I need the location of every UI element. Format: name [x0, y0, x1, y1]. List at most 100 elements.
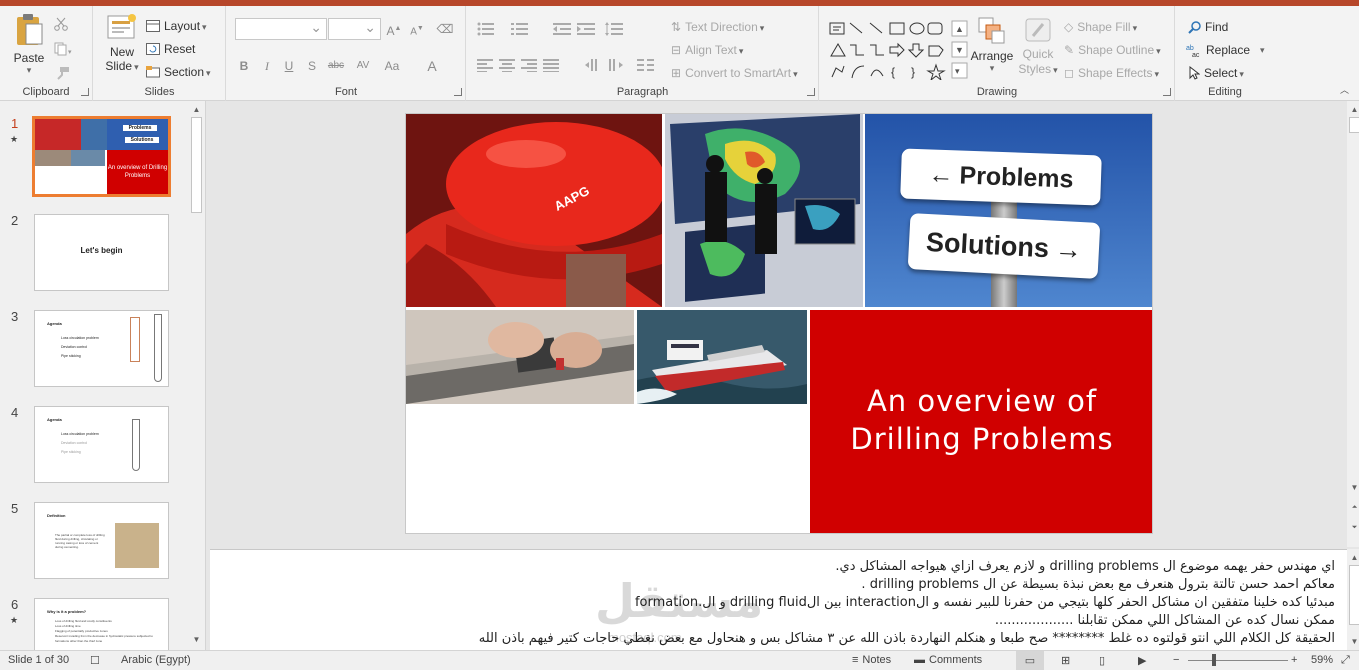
thumb-item: Deviation control — [61, 345, 88, 349]
thumbnail-slide-2[interactable]: Let's begin — [34, 214, 169, 291]
font-name-dropdown[interactable] — [235, 18, 327, 40]
thumb-sign-1: Problems — [123, 125, 157, 131]
justify-icon[interactable] — [543, 58, 559, 72]
ltr-icon[interactable] — [607, 58, 623, 72]
shape-outline-button[interactable]: ✎ Shape Outline — [1064, 43, 1161, 57]
character-spacing-button[interactable]: AV — [351, 56, 375, 76]
shadow-button[interactable]: S — [302, 56, 322, 76]
columns-icon[interactable] — [637, 58, 655, 72]
collapse-ribbon-icon[interactable]: ︿ — [1340, 83, 1349, 96]
scroll-up-icon[interactable]: ▲ — [189, 103, 204, 116]
italic-button[interactable]: I — [257, 56, 277, 76]
scrollbar-thumb[interactable] — [1349, 117, 1359, 133]
layout-label: Layout — [164, 19, 207, 33]
title-block[interactable]: An overview of Drilling Problems — [810, 310, 1152, 533]
increase-indent-icon[interactable] — [577, 22, 595, 36]
slideshow-icon[interactable]: ▶ — [1138, 654, 1146, 667]
scroll-down-icon[interactable]: ▼ — [1347, 635, 1359, 648]
decrease-indent-icon[interactable] — [553, 22, 571, 36]
shape-fill-button[interactable]: ◇ Shape Fill — [1064, 20, 1137, 34]
shape-effects-button[interactable]: ◻ Shape Effects — [1064, 66, 1159, 80]
thumbnail-slide-6[interactable]: Why is it a problem? Loss of drilling fl… — [34, 598, 169, 650]
scrollbar-thumb[interactable] — [191, 117, 202, 213]
clipboard-launcher-icon[interactable] — [81, 88, 89, 96]
line-spacing-icon[interactable] — [605, 22, 623, 36]
zoom-level[interactable]: 59% — [1311, 654, 1333, 666]
font-group: A▲ A▼ ⌫ B I U S abc AV Aa A Font — [227, 6, 466, 101]
thumb-item: Loss circulation problem — [61, 336, 99, 340]
reading-view-icon[interactable]: ▯ — [1099, 654, 1105, 667]
numbering-icon[interactable] — [511, 22, 529, 36]
layout-button[interactable]: Layout — [146, 19, 207, 33]
change-case-button[interactable]: Aa — [379, 56, 405, 76]
comments-button[interactable]: ▬ Comments — [914, 654, 982, 666]
thumbnail-slide-4[interactable]: Agenda Loss circulation problem Deviatio… — [34, 406, 169, 483]
fit-to-window-icon[interactable]: ⤢ — [1341, 654, 1350, 667]
zoom-out-icon[interactable]: − — [1173, 654, 1179, 666]
font-color-button[interactable]: A — [422, 56, 442, 76]
thumbnail-slide-3[interactable]: Agenda Loss circulation problem Deviatio… — [34, 310, 169, 387]
drawing-launcher-icon[interactable] — [1163, 88, 1171, 96]
prev-slide-icon[interactable]: ⏶ — [1347, 501, 1359, 514]
section-label: Section — [164, 65, 211, 79]
zoom-slider-handle[interactable] — [1212, 654, 1216, 666]
clipboard-label: Clipboard — [22, 86, 70, 98]
section-button[interactable]: Section — [146, 65, 211, 79]
font-size-dropdown[interactable] — [328, 18, 381, 40]
thumbnail-slide-5[interactable]: Definition The partial or complete loss … — [34, 502, 169, 579]
problems-solutions-sign-photo: ← Problems Solutions → — [865, 114, 1152, 307]
paragraph-launcher-icon[interactable] — [807, 88, 815, 96]
font-launcher-icon[interactable] — [454, 88, 462, 96]
scroll-up-icon[interactable]: ▲ — [1347, 103, 1359, 116]
editor-scrollbar[interactable]: ▲ ▼ ⏶ ⏷ — [1347, 101, 1359, 547]
format-painter-icon[interactable] — [54, 66, 70, 80]
scrollbar-thumb[interactable] — [1349, 565, 1359, 625]
select-button[interactable]: Select — [1189, 66, 1244, 80]
thumbnails-scrollbar[interactable]: ▲ ▼ — [189, 101, 204, 650]
spellcheck-icon[interactable]: ☐ — [90, 654, 100, 667]
slide-sorter-icon[interactable]: ⊞ — [1061, 654, 1070, 667]
notes-scrollbar[interactable]: ▲ ▼ — [1347, 549, 1359, 650]
underline-button[interactable]: U — [279, 56, 299, 76]
notes-toggle-button[interactable]: ≡ Notes — [852, 654, 891, 666]
replace-button[interactable]: ab ac Replace ▾ — [1186, 43, 1265, 57]
slide-title-line-2: Drilling Problems — [850, 422, 1114, 456]
thumb-item: Pipe sticking — [61, 354, 81, 358]
current-slide[interactable]: AAPG ← Problems Solutions → An overview … — [405, 113, 1153, 534]
strikethrough-button[interactable]: abc — [324, 56, 348, 76]
clear-format-icon[interactable]: ⌫ — [435, 19, 455, 39]
quick-styles-button[interactable]: Quick Styles — [1016, 16, 1060, 78]
scroll-up-icon[interactable]: ▲ — [1347, 551, 1359, 564]
scroll-down-icon[interactable]: ▼ — [1347, 481, 1359, 494]
layout-icon — [146, 20, 160, 32]
bullets-icon[interactable] — [477, 22, 495, 36]
shrink-font-icon[interactable]: A▼ — [407, 19, 427, 39]
zoom-in-icon[interactable]: + — [1291, 654, 1297, 666]
align-center-icon[interactable] — [499, 58, 515, 72]
grow-font-icon[interactable]: A▲ — [384, 19, 404, 39]
scroll-down-icon[interactable]: ▼ — [189, 633, 204, 646]
align-text-button[interactable]: ⊟ Align Text — [671, 43, 743, 57]
normal-view-icon[interactable]: ▭ — [1016, 651, 1044, 670]
paste-button[interactable]: Paste ▾ — [6, 12, 52, 76]
language-label[interactable]: Arabic (Egypt) — [121, 654, 191, 666]
zoom-slider[interactable] — [1188, 660, 1288, 661]
rtl-icon[interactable] — [585, 58, 601, 72]
next-slide-icon[interactable]: ⏷ — [1347, 521, 1359, 534]
cut-icon[interactable] — [54, 17, 68, 31]
new-slide-button[interactable]: New Slide — [100, 12, 144, 74]
align-right-icon[interactable] — [521, 58, 537, 72]
thumbnail-slide-1[interactable]: Problems Solutions An overview of Drilli… — [32, 116, 171, 197]
align-left-icon[interactable] — [477, 58, 493, 72]
shapes-gallery[interactable]: {} ▲ ▼ ▾ — [828, 20, 968, 80]
find-button[interactable]: Find — [1188, 20, 1228, 34]
bold-button[interactable]: B — [234, 56, 254, 76]
arrange-button[interactable]: Arrange ▾ — [968, 16, 1016, 74]
copy-icon[interactable]: ▾ — [54, 42, 72, 56]
notes-pane[interactable]: مستقل mostaql.com اي مهندس حفر يهمه موضو… — [210, 549, 1347, 650]
text-direction-button[interactable]: ⇅ Text Direction — [671, 20, 764, 34]
reset-button[interactable]: Reset — [146, 42, 195, 56]
convert-smartart-button[interactable]: ⊞ Convert to SmartArt — [671, 66, 798, 80]
comments-icon: ▬ — [914, 654, 925, 666]
helmet-photo: AAPG — [406, 114, 662, 307]
